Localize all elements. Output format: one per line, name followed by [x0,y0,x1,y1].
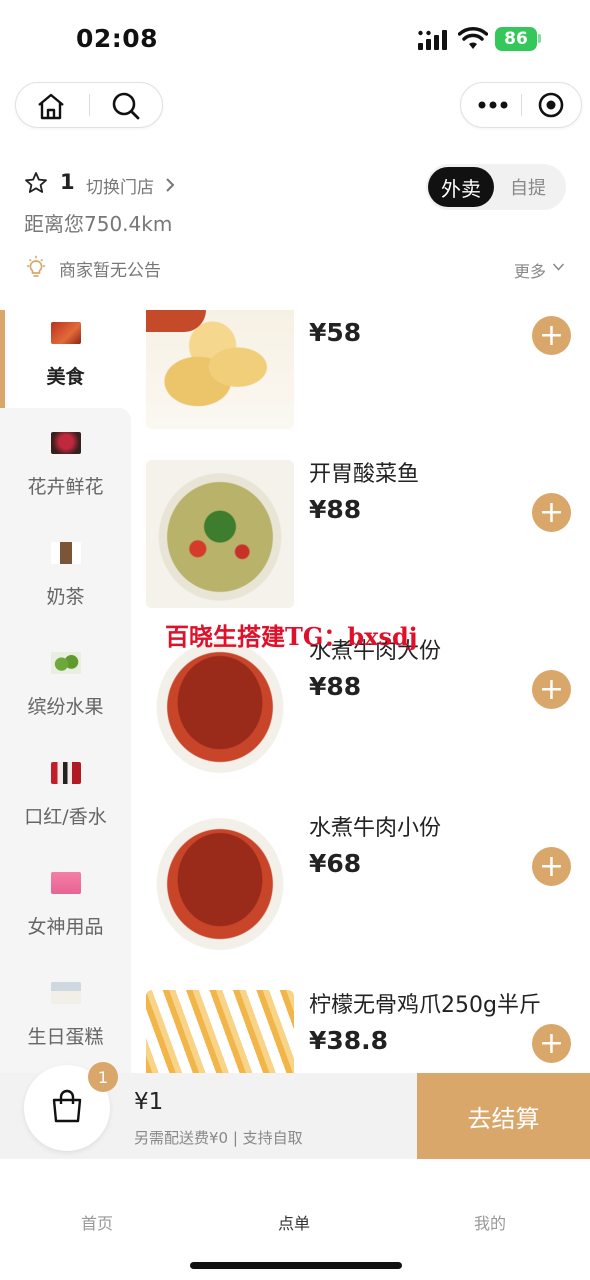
product-image[interactable] [146,636,294,784]
product-image[interactable] [146,310,294,429]
store-distance: 距离您750.4km [24,212,173,236]
product-price: ¥88 [309,672,362,701]
nav-capsule [15,82,163,128]
category-label: 花卉鲜花 [27,476,104,498]
tab-home[interactable]: 首页 [81,1210,113,1234]
shopping-bag-icon[interactable] [50,1088,84,1124]
category-label: 缤纷水果 [27,696,104,718]
category-thumbnail [50,652,81,674]
plus-icon: + [538,671,565,707]
product-name: 开胃酸菜鱼 [309,462,420,487]
product-image[interactable] [146,813,294,961]
category-women-products[interactable]: 女神用品 [0,860,131,970]
watermark-text: 百晓生搭建TG：bxsdj [165,622,418,651]
plus-icon: + [538,494,565,530]
category-lipstick-perfume[interactable]: 口红/香水 [0,750,131,860]
store-name: 1 [60,170,75,194]
category-label: 女神用品 [27,916,104,938]
mode-pickup-tab[interactable]: 自提 [498,167,558,207]
switch-store-link[interactable]: 切换门店 [86,173,154,198]
category-flowers[interactable]: 花卉鲜花 [0,420,131,530]
category-thumbnail [50,982,81,1004]
add-to-cart-button[interactable]: + [532,493,571,532]
target-close-icon[interactable] [538,92,564,118]
category-label: 美食 [46,366,85,388]
menu-capsule [460,82,582,128]
product-name: 柠檬无骨鸡爪250g半斤 [309,993,541,1018]
plus-icon: + [538,848,565,884]
category-thumbnail [50,432,81,454]
category-label: 生日蛋糕 [27,1026,104,1048]
product-image[interactable] [146,460,294,608]
category-thumbnail [50,762,81,784]
capsule-divider [521,94,522,116]
tab-mine[interactable]: 我的 [474,1210,506,1234]
plus-icon: + [538,1025,565,1061]
category-milk-tea[interactable]: 奶茶 [0,530,131,640]
status-time: 02:08 [76,24,159,53]
more-link[interactable]: 更多 [514,258,546,282]
lightbulb-icon [27,255,45,277]
chevron-right-icon [166,178,175,192]
category-food[interactable]: 美食 [0,310,131,420]
category-label: 奶茶 [46,586,85,608]
tab-order[interactable]: 点单 [278,1210,310,1234]
chevron-down-icon [552,263,565,271]
add-to-cart-button[interactable]: + [532,316,571,355]
product-name: 水煮牛肉小份 [309,816,442,841]
capsule-divider [89,94,90,116]
cart-total: ¥1 [134,1089,164,1115]
product-image[interactable] [146,990,294,1073]
product-price: ¥68 [309,849,362,878]
add-to-cart-button[interactable]: + [532,847,571,886]
battery-tip [538,34,541,43]
store-notice: 商家暂无公告 [59,261,161,281]
wifi-icon [458,27,488,49]
more-dots-icon[interactable] [478,101,508,109]
add-to-cart-button[interactable]: + [532,670,571,709]
plus-icon: + [538,317,565,353]
cart-delivery-note: 另需配送费¥0 | 支持自取 [134,1129,303,1147]
mode-delivery-tab[interactable]: 外卖 [428,167,494,207]
home-icon[interactable] [36,92,66,120]
category-thumbnail [50,542,81,564]
cart-count-badge: 1 [88,1062,118,1092]
battery-indicator: 86 [495,27,537,51]
category-fruit[interactable]: 缤纷水果 [0,640,131,750]
garnish [146,310,206,332]
search-icon[interactable] [111,91,141,121]
checkout-button[interactable]: 去结算 [417,1073,590,1159]
product-price: ¥58 [309,318,362,347]
product-price: ¥38.8 [309,1026,389,1055]
add-to-cart-button[interactable]: + [532,1024,571,1063]
cellular-signal-icon [418,30,447,50]
category-thumbnail [50,872,81,894]
home-indicator [190,1262,402,1269]
product-price: ¥88 [309,495,362,524]
favorite-star-icon[interactable] [24,171,48,195]
category-label: 口红/香水 [24,806,107,828]
category-thumbnail [50,322,81,344]
category-birthday-cake[interactable]: 生日蛋糕 [0,970,131,1080]
